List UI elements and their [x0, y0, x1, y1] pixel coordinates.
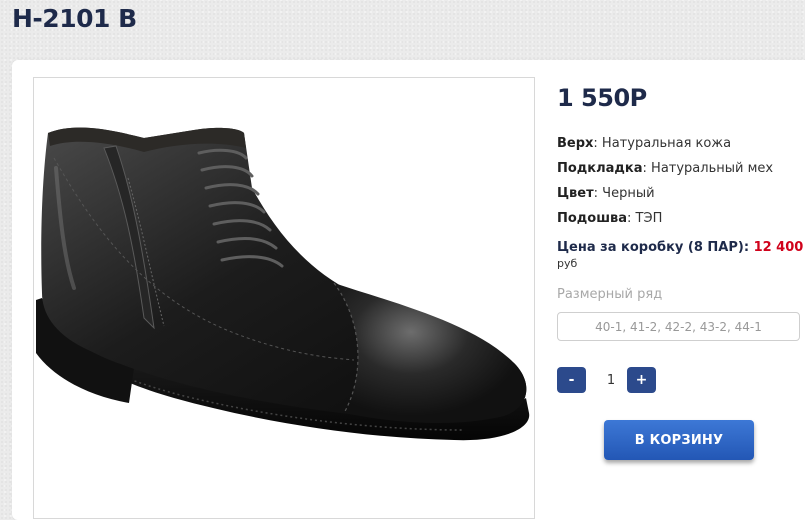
- page-title: Н-2101 В: [12, 4, 137, 33]
- spec-value: : Натуральный мех: [642, 161, 774, 176]
- size-range-label: Размерный ряд: [557, 287, 663, 302]
- quantity-increase-button[interactable]: +: [627, 367, 656, 393]
- product-image[interactable]: [33, 77, 535, 519]
- spec-value: : ТЭП: [627, 211, 663, 226]
- add-to-cart-button[interactable]: В КОРЗИНУ: [604, 420, 754, 460]
- spec-lining: Подкладка: Натуральный мех: [557, 161, 773, 176]
- boot-image: [36, 127, 530, 441]
- spec-value: : Натуральная кожа: [593, 136, 732, 151]
- spec-upper: Верх: Натуральная кожа: [557, 136, 731, 151]
- spec-label: Цвет: [557, 186, 594, 201]
- spec-sole: Подошва: ТЭП: [557, 211, 662, 226]
- size-range-field[interactable]: 40-1, 41-2, 42-2, 43-2, 44-1: [557, 312, 800, 341]
- spec-color: Цвет: Черный: [557, 186, 655, 201]
- box-price-value: 12 400: [753, 240, 804, 255]
- product-price: 1 550Р: [557, 84, 647, 112]
- product-card: 1 550Р Верх: Натуральная кожа Подкладка:…: [12, 60, 805, 520]
- spec-label: Подошва: [557, 211, 628, 226]
- quantity-value[interactable]: 1: [597, 373, 625, 388]
- spec-value: : Черный: [593, 186, 655, 201]
- quantity-decrease-button[interactable]: -: [557, 367, 586, 393]
- spec-label: Подкладка: [557, 161, 643, 176]
- box-price-label: Цена за коробку (8 ПАР):: [557, 240, 754, 255]
- spec-label: Верх: [557, 136, 594, 151]
- box-price: Цена за коробку (8 ПАР): 12 400: [557, 240, 803, 255]
- box-price-unit: руб: [557, 257, 578, 270]
